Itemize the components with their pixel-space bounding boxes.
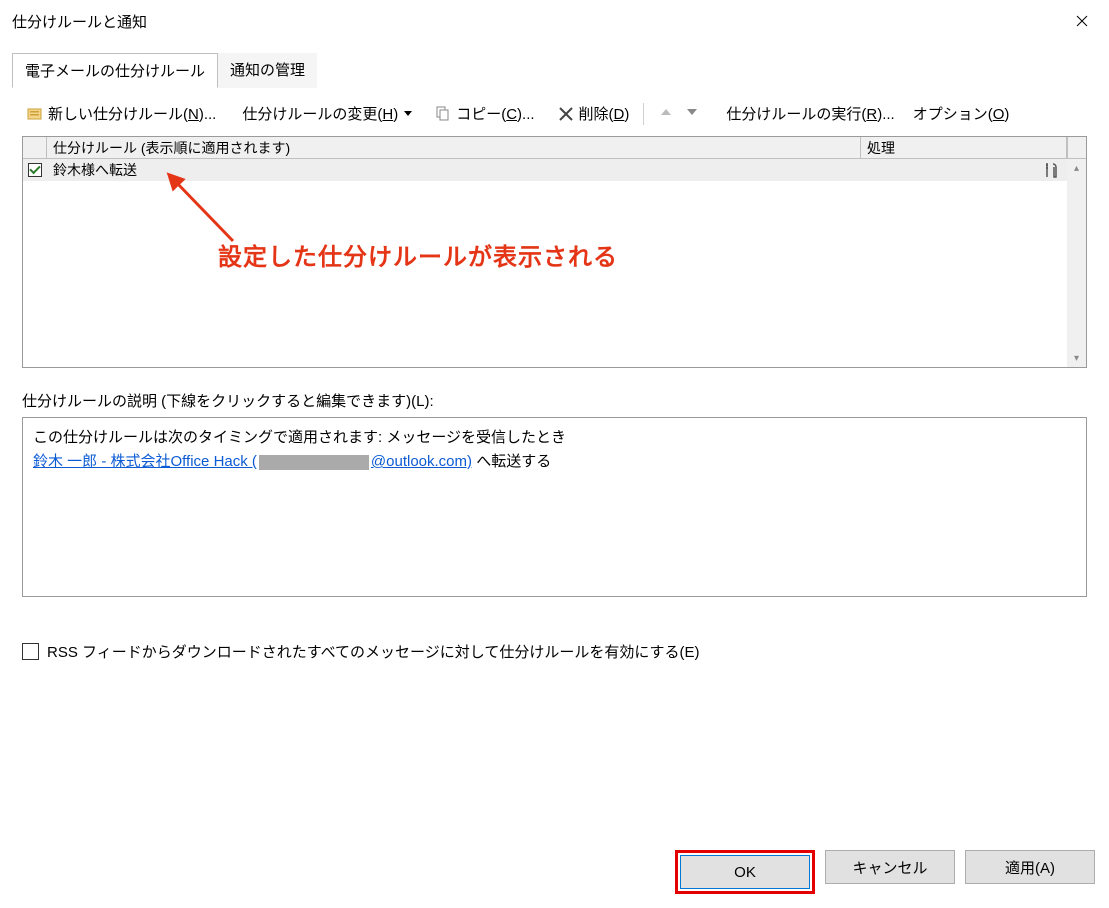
col-processing[interactable]: 処理 — [861, 137, 1067, 158]
delete-icon — [557, 105, 575, 123]
rule-name-cell: 鈴木様へ転送 — [47, 160, 861, 180]
grid-header: 仕分けルール (表示順に適用されます) 処理 — [23, 137, 1086, 159]
triangle-up-icon — [660, 106, 672, 118]
options-button[interactable]: オプション(O) — [909, 101, 1014, 126]
scroll-down-icon[interactable]: ▾ — [1067, 349, 1086, 367]
scrollbar[interactable]: ▴ ▾ — [1067, 159, 1086, 367]
ok-highlight: OK — [675, 850, 815, 894]
description-box: この仕分けルールは次のタイミングで適用されます: メッセージを受信したとき 鈴木… — [22, 417, 1087, 597]
redacted-icon — [259, 455, 369, 470]
tools-icon — [1043, 161, 1061, 179]
rule-checkbox[interactable] — [23, 163, 47, 177]
description-line1: この仕分けルールは次のタイミングで適用されます: メッセージを受信したとき — [33, 426, 1076, 450]
rule-action-cell — [861, 161, 1067, 179]
window-title: 仕分けルールと通知 — [12, 11, 147, 32]
titlebar: 仕分けルールと通知 — [0, 0, 1109, 42]
col-rule-name[interactable]: 仕分けルール (表示順に適用されます) — [47, 137, 861, 158]
chevron-down-icon — [404, 111, 412, 116]
rules-alerts-dialog: 仕分けルールと通知 電子メールの仕分けルール 通知の管理 新しい仕分けルール(N… — [0, 0, 1109, 908]
delete-button[interactable]: 削除(D) — [553, 101, 634, 126]
move-down-button[interactable] — [680, 106, 704, 121]
new-rule-button[interactable]: 新しい仕分けルール(N)... — [22, 101, 220, 126]
cancel-button[interactable]: キャンセル — [825, 850, 955, 884]
description-label: 仕分けルールの説明 (下線をクリックすると編集できます)(L): — [22, 390, 1087, 411]
change-rule-button[interactable]: 仕分けルールの変更(H) — [238, 101, 416, 126]
grid-body[interactable]: 鈴木様へ転送 設定した仕分けルールが表示される — [23, 159, 1086, 367]
copy-icon — [434, 105, 452, 123]
toolbar: 新しい仕分けルール(N)... 仕分けルールの変更(H) コピー(C)... 削… — [0, 87, 1109, 132]
rss-label: RSS フィードからダウンロードされたすべてのメッセージに対して仕分けルールを有… — [47, 641, 699, 662]
table-row[interactable]: 鈴木様へ転送 — [23, 159, 1086, 181]
copy-button[interactable]: コピー(C)... — [430, 101, 538, 126]
rss-checkbox[interactable] — [22, 643, 39, 660]
run-rules-button[interactable]: 仕分けルールの実行(R)... — [722, 101, 898, 126]
ok-button[interactable]: OK — [680, 855, 810, 889]
description-line2: 鈴木 一郎 - 株式会社Office Hack (@outlook.com) へ… — [33, 450, 1076, 474]
move-up-button[interactable] — [654, 106, 678, 121]
recipient-link[interactable]: 鈴木 一郎 - 株式会社Office Hack (@outlook.com) — [33, 453, 472, 470]
scroll-up-icon[interactable]: ▴ — [1067, 159, 1086, 177]
annotation-text: 設定した仕分けルールが表示される — [218, 237, 618, 272]
annotation-arrow-icon — [163, 171, 253, 261]
new-rule-icon — [26, 105, 44, 123]
footer-buttons: OK キャンセル 適用(A) — [675, 850, 1095, 894]
tab-row: 電子メールの仕分けルール 通知の管理 — [0, 42, 1109, 87]
close-button[interactable] — [1059, 5, 1105, 37]
triangle-down-icon — [686, 106, 698, 118]
tab-manage-alerts[interactable]: 通知の管理 — [218, 53, 317, 88]
rules-grid: 仕分けルール (表示順に適用されます) 処理 鈴木様へ転送 — [22, 136, 1087, 368]
tab-email-rules[interactable]: 電子メールの仕分けルール — [12, 53, 218, 88]
close-icon — [1076, 15, 1088, 27]
apply-button[interactable]: 適用(A) — [965, 850, 1095, 884]
rss-enable-row: RSS フィードからダウンロードされたすべてのメッセージに対して仕分けルールを有… — [22, 641, 1087, 662]
